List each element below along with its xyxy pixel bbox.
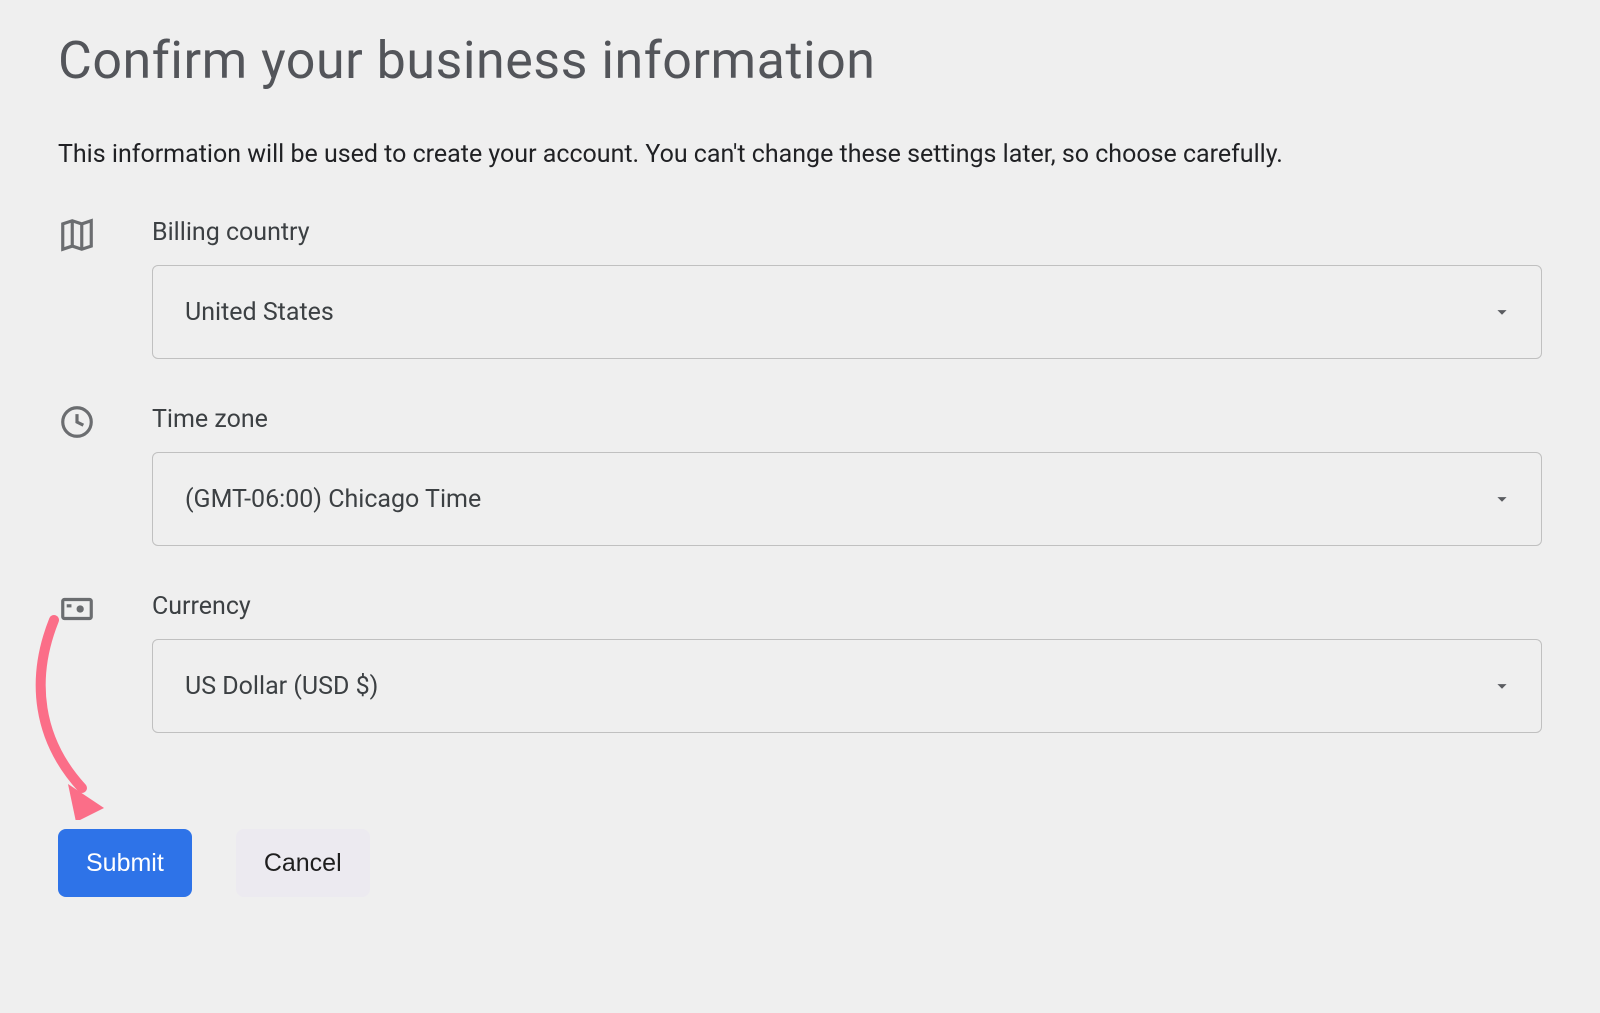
row-currency: Currency US Dollar (USD $)	[58, 592, 1542, 733]
label-billing-country: Billing country	[152, 218, 1542, 247]
cancel-button[interactable]: Cancel	[236, 829, 370, 897]
clock-icon	[58, 403, 96, 441]
value-currency: US Dollar (USD $)	[185, 672, 378, 701]
chevron-down-icon	[1491, 675, 1513, 697]
chevron-down-icon	[1491, 301, 1513, 323]
action-row: Submit Cancel	[58, 829, 1542, 897]
page-container: Confirm your business information This i…	[0, 0, 1600, 1013]
card-icon	[58, 590, 96, 628]
label-time-zone: Time zone	[152, 405, 1542, 434]
field-time-zone: Time zone (GMT-06:00) Chicago Time	[152, 405, 1542, 546]
submit-button[interactable]: Submit	[58, 829, 192, 897]
page-subtitle: This information will be used to create …	[58, 137, 1542, 172]
page-title: Confirm your business information	[58, 30, 1542, 91]
field-currency: Currency US Dollar (USD $)	[152, 592, 1542, 733]
value-time-zone: (GMT-06:00) Chicago Time	[185, 485, 481, 514]
value-billing-country: United States	[185, 298, 334, 327]
select-time-zone[interactable]: (GMT-06:00) Chicago Time	[152, 452, 1542, 546]
select-currency[interactable]: US Dollar (USD $)	[152, 639, 1542, 733]
row-billing-country: Billing country United States	[58, 218, 1542, 359]
chevron-down-icon	[1491, 488, 1513, 510]
row-time-zone: Time zone (GMT-06:00) Chicago Time	[58, 405, 1542, 546]
label-currency: Currency	[152, 592, 1542, 621]
select-billing-country[interactable]: United States	[152, 265, 1542, 359]
field-billing-country: Billing country United States	[152, 218, 1542, 359]
form-container: Billing country United States Time zone	[58, 218, 1542, 897]
map-icon	[58, 216, 96, 254]
